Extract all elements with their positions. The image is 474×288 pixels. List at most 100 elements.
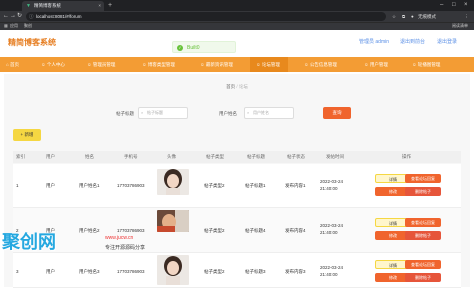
check-icon: ✓ [177, 45, 183, 51]
delete-button[interactable]: 删除帖子 [405, 273, 441, 282]
view-replies-button[interactable]: 查看论坛回复 [405, 218, 441, 227]
admin-link[interactable]: 管理员 admin [359, 38, 389, 45]
avatar-image [157, 255, 189, 285]
nav-label: 用户管理 [369, 62, 388, 67]
back-icon[interactable]: ← [3, 11, 9, 22]
tab-title: 精简博客系统 [34, 3, 61, 8]
extensions-icon[interactable]: ⧉ [402, 11, 405, 22]
watermark-url: www.jucw.cn [105, 235, 134, 241]
vue-icon: ▼ [26, 3, 31, 9]
search-icon: ⌕ [141, 110, 144, 115]
breadcrumb-home[interactable]: 首页 [226, 84, 235, 89]
url-text: localhost:8081/#/forum [36, 14, 82, 19]
table-header [13, 151, 461, 163]
cell-title: 帖子标题3 [245, 269, 266, 274]
nav-label: 轮播图管理 [417, 62, 441, 67]
nav-label: 论坛管理 [261, 62, 280, 67]
view-replies-button[interactable]: 查看论坛回复 [405, 174, 441, 183]
top-nav [0, 57, 474, 72]
url-field[interactable]: ⓘ localhost:8081/#/forum [26, 12, 386, 21]
col-phone: 手机号 [124, 154, 138, 159]
logout-link[interactable]: 退出登录 [437, 38, 457, 45]
cell-time: 2022-03-24 21:40:00 [320, 179, 344, 191]
view-replies-button[interactable]: 查看论坛回复 [405, 260, 441, 269]
cell-status: 发布内容3 [285, 269, 306, 274]
bookmark-jucw[interactable]: 聚创 [24, 22, 32, 30]
delete-button[interactable]: 删除帖子 [405, 231, 441, 240]
title-placeholder: 帖子标题 [147, 110, 163, 115]
cell-name: 用户姓名1 [79, 183, 100, 188]
cell-type: 帖子类型2 [204, 228, 225, 233]
app-title: 精简博客系统 [8, 38, 56, 47]
avatar-image [157, 169, 189, 195]
cell-status: 发布内容4 [285, 228, 306, 233]
star-icon[interactable]: ☆ [392, 11, 396, 22]
nav-carousel[interactable]: ☺ 轮播图管理 [412, 57, 440, 72]
apps-icon[interactable]: ▦ [4, 22, 8, 30]
frontend-link[interactable]: 退出到前台 [400, 38, 425, 45]
delete-button[interactable]: 删除帖子 [405, 187, 441, 196]
nav-label: 公告信息管理 [309, 62, 337, 67]
search-button[interactable]: 查询 [323, 107, 351, 119]
bookmarks-bar [0, 22, 474, 30]
nav-home[interactable]: ⌂ 首页 [6, 57, 19, 72]
col-avatar: 头像 [167, 154, 176, 159]
cell-index: 1 [16, 183, 19, 188]
avatar [157, 210, 189, 232]
profile-icon[interactable]: ● [411, 11, 414, 22]
avatar [157, 169, 189, 195]
nav-user[interactable]: ☺ 用户管理 [364, 57, 388, 72]
close-window-icon[interactable]: × [464, 0, 468, 10]
nav-admin[interactable]: ☺ 管理员管理 [87, 57, 115, 72]
browser-tab[interactable]: ▼ 精简博客系统 × [22, 1, 104, 11]
info-icon: ⓘ [29, 14, 34, 19]
cell-name: 用户姓名2 [79, 228, 100, 233]
title-search-input[interactable]: ⌕ 帖子标题 [138, 107, 188, 119]
nav-notice[interactable]: ☺ 公告信息管理 [304, 57, 337, 72]
menu-icon[interactable]: ⋮ [464, 11, 469, 22]
cell-user: 用户 [46, 269, 55, 274]
nav-profile[interactable]: ☺ 个人中心 [41, 57, 65, 72]
nav-label: 博客类型管理 [147, 62, 175, 67]
search-icon: ⌕ [247, 110, 250, 115]
cell-type: 帖子类型2 [204, 183, 225, 188]
col-type: 帖子类型 [206, 154, 224, 159]
col-actions: 操作 [402, 154, 411, 159]
maximize-icon[interactable]: □ [452, 0, 456, 10]
col-index: 索引 [16, 154, 25, 159]
avatar-image [157, 210, 189, 232]
new-tab-icon[interactable]: + [108, 1, 112, 10]
cell-phone: 17703786903 [117, 269, 145, 274]
nav-news[interactable]: ☺ 最新资讯管理 [200, 57, 233, 72]
avatar [157, 255, 189, 285]
cell-index: 3 [16, 269, 19, 274]
cell-name: 用户姓名3 [79, 269, 100, 274]
title-label: 帖子标题 [116, 111, 134, 116]
close-tab-icon[interactable]: × [98, 1, 101, 11]
cell-user: 用户 [46, 183, 55, 188]
cell-title: 帖子标题1 [245, 183, 266, 188]
nav-blog-type[interactable]: ☺ 博客类型管理 [142, 57, 175, 72]
success-toast: ✓ Built0 [172, 41, 236, 53]
profile-label[interactable]: 无痕模式 [418, 11, 436, 22]
cell-time: 2022-03-24 21:40:00 [320, 223, 344, 235]
nav-label: 首页 [9, 62, 19, 67]
reading-list[interactable]: 阅读清单 [452, 22, 468, 30]
reload-icon[interactable]: ↻ [17, 11, 22, 22]
cell-type: 帖子类型2 [204, 269, 225, 274]
cell-time: 2022-03-24 21:40:00 [320, 265, 344, 277]
minimize-icon[interactable]: – [440, 0, 443, 10]
col-title: 帖子标题 [247, 154, 265, 159]
bookmark-apps[interactable]: 应用 [10, 22, 18, 30]
forward-icon[interactable]: → [10, 11, 16, 22]
cell-title: 帖子标题4 [245, 228, 266, 233]
col-user: 用户 [46, 154, 55, 159]
nav-label: 最新资讯管理 [205, 62, 233, 67]
user-placeholder: 用户姓名 [253, 110, 269, 115]
cell-status: 发布内容1 [285, 183, 306, 188]
user-search-input[interactable]: ⌕ 用户姓名 [244, 107, 294, 119]
add-button[interactable]: + 新增 [13, 129, 41, 141]
nav-forum[interactable]: ☺ 论坛管理 [250, 57, 288, 72]
col-time: 发帖时间 [326, 154, 344, 159]
user-label: 用户姓名 [219, 111, 237, 116]
